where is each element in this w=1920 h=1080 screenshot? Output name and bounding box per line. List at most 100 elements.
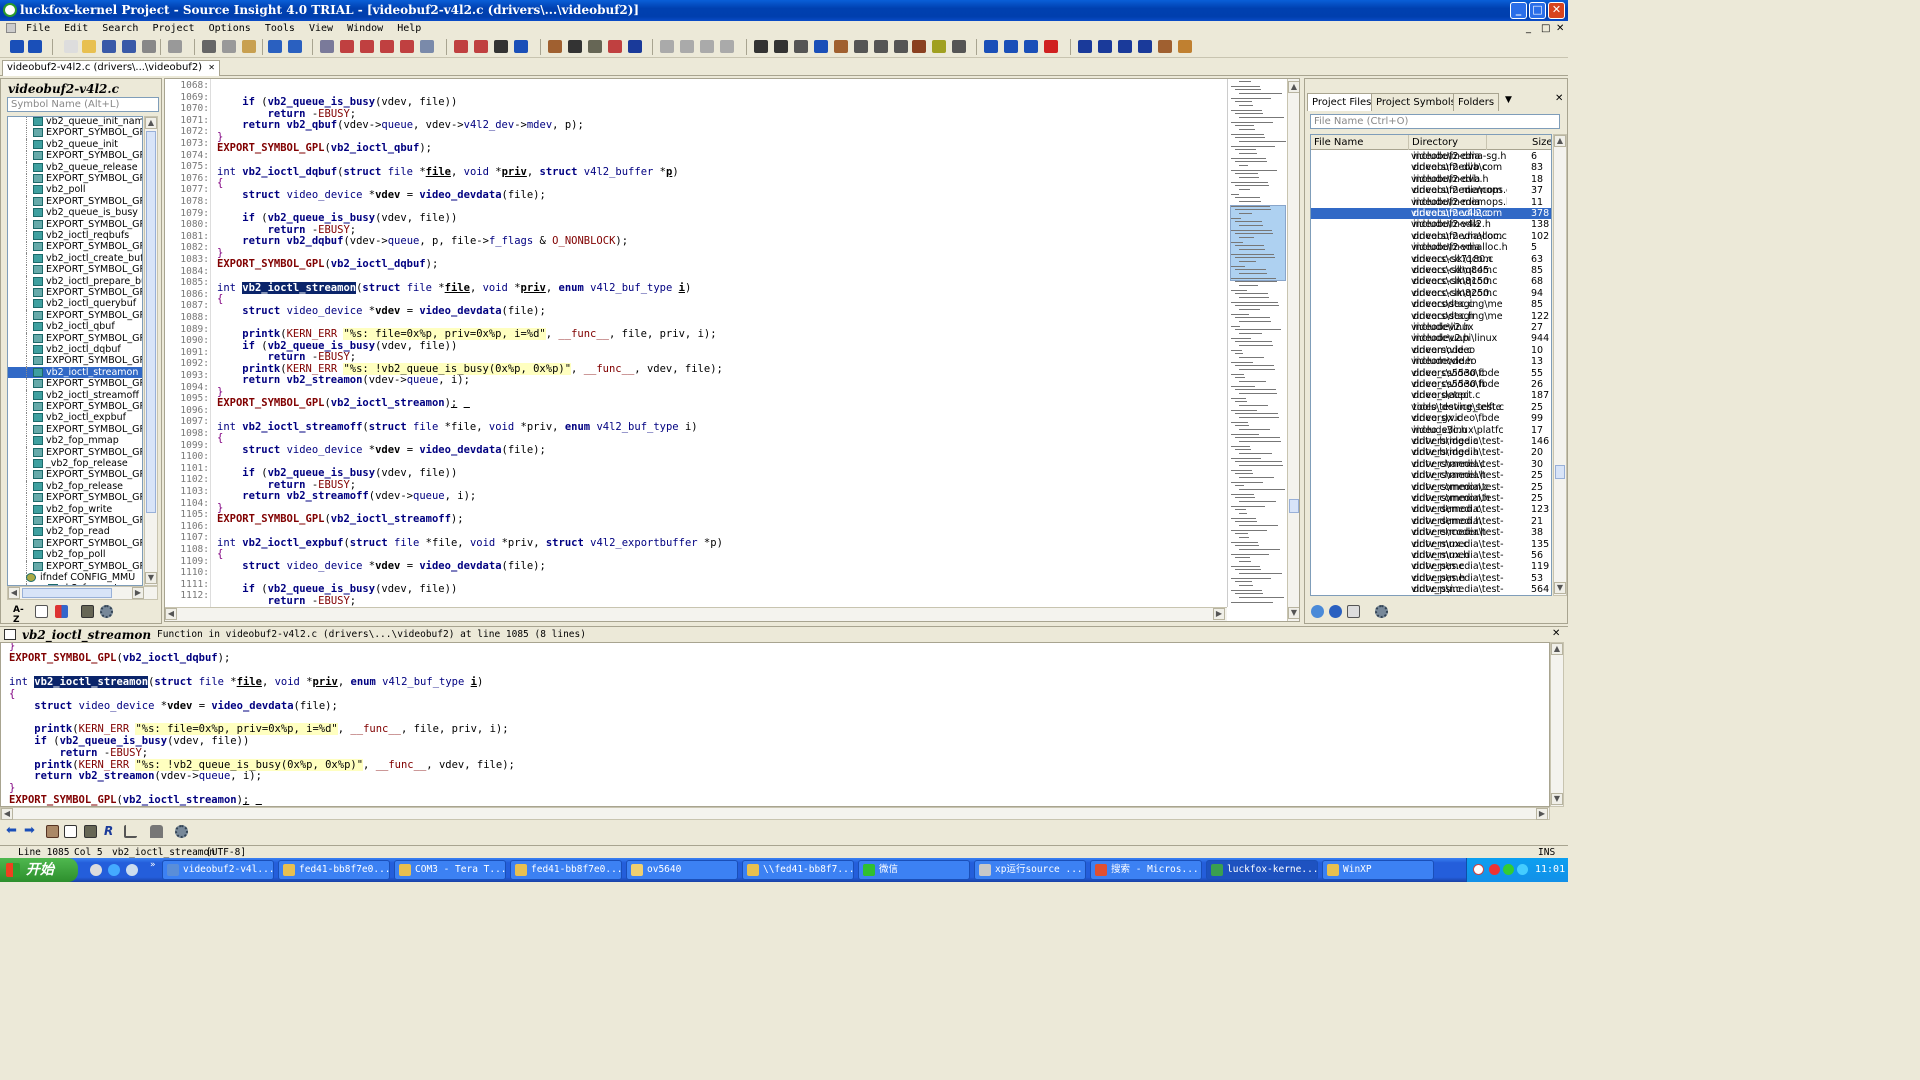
mdi-restore-button[interactable]: □ xyxy=(1541,21,1550,36)
scroll-left-icon[interactable]: ◀ xyxy=(1,808,13,820)
file-row[interactable]: vidtv_demod.h drivers\media\test- 21 xyxy=(1311,516,1551,527)
relation-window-icon[interactable] xyxy=(608,40,622,53)
taskbar-button[interactable]: WinXP xyxy=(1322,860,1434,880)
symbol-item[interactable]: vb2_poll xyxy=(8,184,142,196)
file-row[interactable]: videobuf2-dvb.c drivers\media\com 83 xyxy=(1311,162,1551,173)
symbol-item[interactable]: _vb2_fop_release xyxy=(8,458,142,470)
symbol-item[interactable]: vb2_ioctl_dqbuf xyxy=(8,344,142,356)
book-icon[interactable] xyxy=(588,40,602,53)
help-icon[interactable] xyxy=(854,40,868,53)
file-row[interactable]: video_detect.c drivers\acpi 187 xyxy=(1311,390,1551,401)
symbol-item[interactable]: ifndef CONFIG_MMU xyxy=(8,572,142,584)
print-icon[interactable] xyxy=(168,40,182,53)
sync-icon[interactable] xyxy=(932,40,946,53)
menu-project[interactable]: Project xyxy=(152,23,194,34)
file-row[interactable]: vidtv_encoder.h drivers\media\test- 38 xyxy=(1311,527,1551,538)
doc-tab-videobuf2-v4l2[interactable]: videobuf2-v4l2.c (drivers\...\videobuf2)… xyxy=(2,60,220,76)
layout3-icon[interactable] xyxy=(700,40,714,53)
file-row[interactable]: video_cs5530.h drivers\video\fbde 26 xyxy=(1311,379,1551,390)
relation-icon[interactable] xyxy=(628,40,642,53)
file-row[interactable]: videodev2.h include\linux 27 xyxy=(1311,322,1551,333)
gear-icon[interactable] xyxy=(100,605,113,618)
outdent-icon[interactable] xyxy=(1024,40,1038,53)
taskbar-button[interactable]: COM3 - Tera T... xyxy=(394,860,506,880)
wechat-tray-icon[interactable] xyxy=(1503,864,1514,875)
save-icon[interactable] xyxy=(102,40,116,53)
symbol-item[interactable]: vb2_queue_init_name xyxy=(8,117,142,128)
symbol-item[interactable]: EXPORT_SYMBOL_GPL xyxy=(8,241,142,253)
file-row[interactable]: video_cs5530.c drivers\video\fbde 55 xyxy=(1311,368,1551,379)
file-row[interactable]: videobuf2-vmalloc.c drivers\media\com 102 xyxy=(1311,231,1551,242)
menu-edit[interactable]: Edit xyxy=(64,23,88,34)
style-d-icon[interactable] xyxy=(1138,40,1152,53)
menu-window[interactable]: Window xyxy=(347,23,383,34)
column-size[interactable]: Size xyxy=(1529,135,1551,150)
panel-close-icon[interactable]: ✕ xyxy=(1555,93,1563,104)
scroll-thumb[interactable] xyxy=(146,131,156,513)
close-file-icon[interactable] xyxy=(142,40,156,53)
refresh-icon[interactable] xyxy=(1329,605,1342,618)
mdi-minimize-button[interactable]: _ xyxy=(1526,21,1531,36)
editor-hscroll[interactable]: ◀ ▶ xyxy=(165,607,1227,621)
symbol-item[interactable]: EXPORT_SYMBOL_GPL xyxy=(8,355,142,367)
ie-icon[interactable] xyxy=(108,864,120,876)
bookmark-list-icon[interactable] xyxy=(474,40,488,53)
sort-az-icon[interactable]: A-Z xyxy=(13,605,26,625)
mdi-close-button[interactable]: ✕ xyxy=(1556,21,1564,36)
symbol-icon[interactable] xyxy=(514,40,528,53)
symbol-item[interactable]: vb2_ioctl_streamon xyxy=(8,366,142,379)
scroll-thumb[interactable] xyxy=(1289,499,1299,513)
clip-icon[interactable] xyxy=(814,40,828,53)
category-icon[interactable] xyxy=(55,605,68,618)
symbol-item[interactable]: vb2_ioctl_querybuf xyxy=(8,298,142,310)
layout2-icon[interactable] xyxy=(680,40,694,53)
new-file-icon[interactable] xyxy=(64,40,78,53)
menu-options[interactable]: Options xyxy=(209,23,251,34)
delete-icon[interactable] xyxy=(1044,40,1058,53)
scroll-down-icon[interactable]: ▼ xyxy=(145,572,157,584)
style-e-icon[interactable] xyxy=(1158,40,1172,53)
scroll-up-icon[interactable]: ▲ xyxy=(1288,81,1299,93)
taskbar-button[interactable]: xp运行source ... xyxy=(974,860,1086,880)
scroll-left-icon[interactable]: ◀ xyxy=(165,608,177,620)
symbol-item[interactable]: EXPORT_SYMBOL_GPL xyxy=(8,309,142,322)
symbol-item[interactable]: EXPORT_SYMBOL_GPL xyxy=(8,173,142,185)
maximize-button[interactable]: □ xyxy=(1529,2,1546,19)
quicklaunch-expand-icon[interactable]: » xyxy=(150,860,156,870)
forward-arrow-icon[interactable] xyxy=(28,40,42,53)
symbol-item[interactable]: vb2_fop_poll xyxy=(8,549,142,561)
scroll-up-icon[interactable]: ▲ xyxy=(1551,643,1563,655)
symbol-item[interactable]: EXPORT_SYMBOL_GPL xyxy=(8,492,142,504)
network-tray-icon[interactable] xyxy=(1517,864,1528,875)
tree-icon[interactable] xyxy=(794,40,808,53)
symbol-item[interactable]: EXPORT_SYMBOL_GPL xyxy=(8,469,142,481)
menu-file[interactable]: File xyxy=(26,23,50,34)
taskbar-button[interactable]: fed41-bb8f7e0... xyxy=(510,860,622,880)
file-list-vscroll[interactable]: ▲ ▼ xyxy=(1553,134,1567,596)
tray-icon[interactable] xyxy=(1489,864,1500,875)
symbol-item[interactable]: EXPORT_SYMBOL_GPL xyxy=(8,195,142,208)
indent-icon[interactable] xyxy=(1004,40,1018,53)
quicklaunch-icon[interactable] xyxy=(90,864,102,876)
file-row[interactable]: videocc-sm8250.c drivers\clk\qcom 94 xyxy=(1311,288,1551,299)
relation-icon[interactable]: R xyxy=(104,825,117,838)
open-file-icon[interactable] xyxy=(82,40,96,53)
scroll-down-icon[interactable]: ▼ xyxy=(1554,582,1566,594)
cut-icon[interactable] xyxy=(202,40,216,53)
symbol-item[interactable]: vb2_fop_mmap xyxy=(8,435,142,447)
context-hscroll[interactable]: ◀ ▶ xyxy=(0,807,1550,820)
symbol-window-icon[interactable] xyxy=(754,40,768,53)
lookup-icon[interactable] xyxy=(380,40,394,53)
file-row[interactable]: videobuf2-dvb.h include\media 18 xyxy=(1311,174,1551,185)
file-row[interactable]: videobuf2-v4l2.h include\media 138 xyxy=(1311,219,1551,230)
context-window-code[interactable]: } EXPORT_SYMBOL_GPL(vb2_ioctl_dqbuf); in… xyxy=(0,642,1550,807)
sync-icon[interactable] xyxy=(1311,605,1324,618)
layout4-icon[interactable] xyxy=(720,40,734,53)
symbol-item[interactable]: vb2_ioctl_prepare_buf xyxy=(8,275,142,287)
symbol-item[interactable]: vb2_fop_write xyxy=(8,503,142,515)
tab-dropdown-icon[interactable]: ▼ xyxy=(1505,95,1512,105)
file-name-search-input[interactable]: File Name (Ctrl+O) xyxy=(1310,114,1560,129)
file-row[interactable]: videobuf2-vmalloc.h include\media 5 xyxy=(1311,242,1551,253)
scroll-up-icon[interactable]: ▲ xyxy=(1554,135,1566,147)
symbol-item[interactable]: EXPORT_SYMBOL_GPL xyxy=(8,515,142,527)
